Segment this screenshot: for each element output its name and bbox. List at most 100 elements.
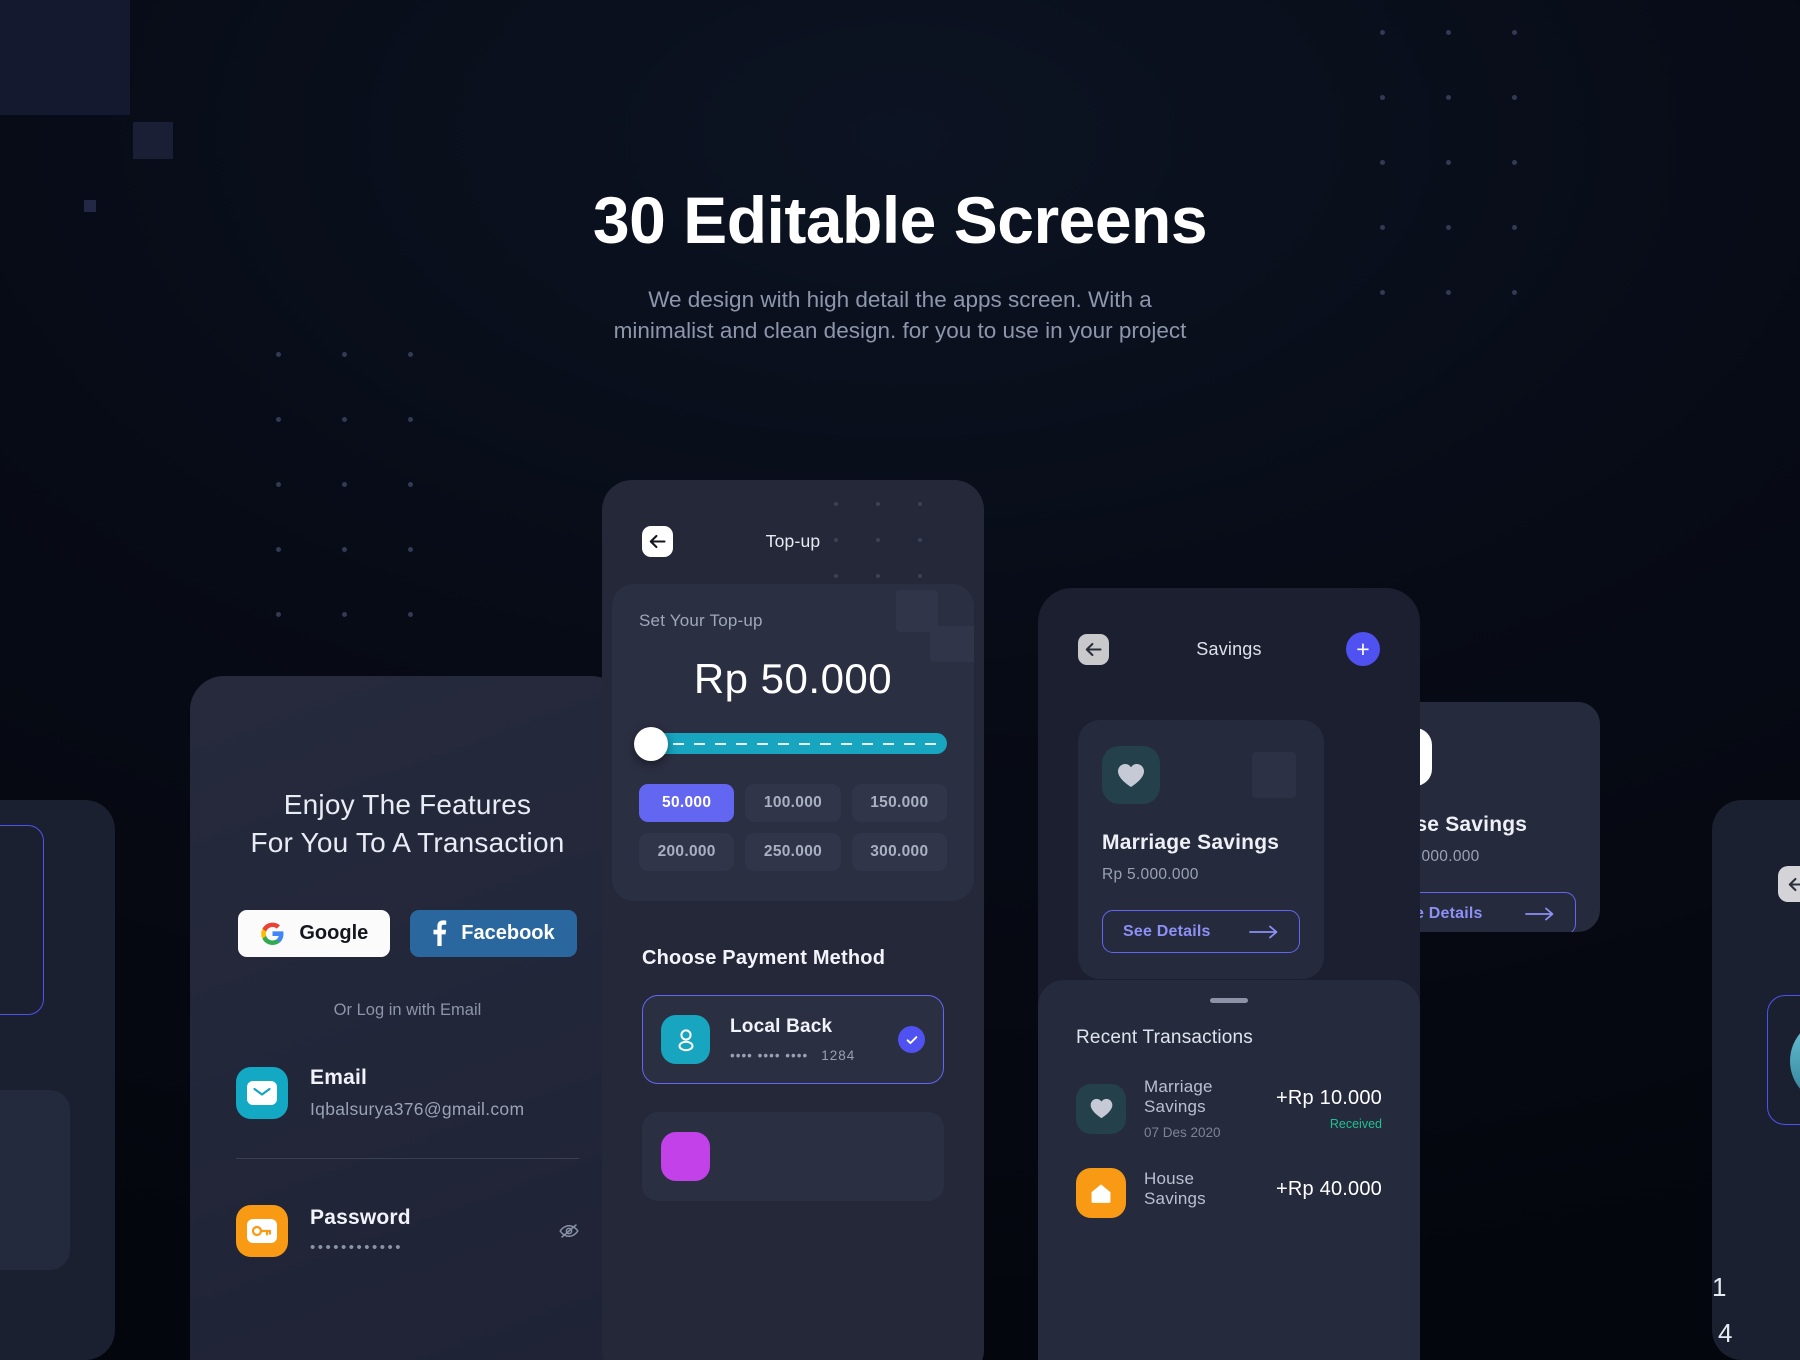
page-title: 30 Editable Screens [592,183,1208,257]
key-icon [236,1204,288,1257]
savings-title: Savings [1196,638,1262,659]
dot [408,612,413,617]
payment-method-local-back[interactable]: Local Back •••• •••• •••• 1284 [642,995,944,1084]
set-topup-label: Set Your Top-up [639,611,763,630]
payment-method-heading: Choose Payment Method [642,947,886,969]
amount-chip-200.000[interactable]: 200.000 [639,833,735,871]
dot [1380,30,1385,35]
transaction-row[interactable]: House Savings +Rp 40.000 [1076,1140,1382,1218]
login-heading-line1: Enjoy The Features [283,789,532,820]
eye-off-icon[interactable] [559,1223,579,1239]
dot [1380,160,1385,165]
dot [918,574,922,578]
amount-chip-250.000[interactable]: 250.000 [745,833,841,871]
savings-see-details-label: See Details [1123,922,1211,940]
dot [342,482,347,487]
payment-masked-digits: •••• •••• •••• [730,1048,809,1063]
login-heading-line2: For You To A Transaction [250,826,565,858]
dot [834,574,838,578]
savings-screen: Savings + Marriage Savings Rp 5.000.000 … [1038,588,1420,1360]
savings-see-details-button[interactable]: See Details [1102,910,1300,953]
email-field-row[interactable]: Email Iqbalsurya376@gmail.com [236,1020,579,1120]
facebook-icon [432,920,447,947]
topup-amount-card: Set Your Top-up Rp 50.000 50.000 100.000 1… [612,584,974,901]
topup-amount-value: Rp 50.000 [693,655,893,702]
amount-chip-50.000[interactable]: 50.000 [639,784,735,822]
edge-phone-right: 1 4 [1712,800,1800,1360]
dot [342,547,347,552]
savings-card-marriage[interactable]: Marriage Savings Rp 5.000.000 See Detail… [1078,720,1324,979]
dot [408,547,413,552]
mail-icon [236,1066,288,1119]
dot [1512,95,1517,100]
transaction-amount: +Rp 40.000 [1276,1178,1382,1200]
wallet-icon [661,1132,710,1181]
deco-block-c [1252,752,1296,798]
dot [342,417,347,422]
google-login-label: Google [299,921,369,944]
login-screen: Enjoy The Features For You To A Transact… [190,676,625,1360]
google-login-button[interactable]: Google [238,909,391,957]
page-subtitle: We design with high detail the apps scre… [613,287,1187,344]
dot [1446,30,1451,35]
dot [1512,30,1517,35]
heart-icon [1102,746,1160,804]
transaction-name: House Savings [1144,1169,1206,1208]
amount-chip-100.000[interactable]: 100.000 [745,784,841,822]
transaction-row[interactable]: Marriage Savings 07 Des 2020 +Rp 10.000 … [1076,1049,1382,1140]
edge-number-four: 4 [1718,1318,1733,1348]
dot [1446,160,1451,165]
payment-last4: 1284 [821,1048,856,1063]
dot [876,574,880,578]
edge-back-button[interactable] [1778,866,1800,902]
dot [1380,95,1385,100]
recent-transactions-heading: Recent Transactions [1076,1027,1253,1048]
slider-dash-track [673,742,938,745]
amount-chip-150.000[interactable]: 150.000 [851,784,947,822]
amount-chip-300.000[interactable]: 300.000 [851,833,947,871]
payment-selected-check-icon [898,1026,925,1053]
topup-screen: Top-up Set Your Top-up Rp 50.000 50.000 1… [602,480,984,1360]
edge-number-one: 1 [1712,1272,1727,1302]
dot [276,352,281,357]
heart-icon [1076,1083,1126,1134]
google-icon [260,921,285,946]
dot-grid-left [276,352,474,677]
dot [276,547,281,552]
sheet-grab-handle[interactable] [1210,998,1248,1003]
user-icon [661,1015,710,1064]
password-field-row[interactable]: Password •••••••••••• [236,1159,579,1257]
dot [276,482,281,487]
social-login-row: Google Facebook [190,909,625,957]
slider-knob[interactable] [634,726,669,761]
transaction-name: Marriage Savings [1144,1077,1213,1116]
dot [408,417,413,422]
email-field-label: Email [310,1065,368,1089]
facebook-login-label: Facebook [461,921,555,944]
recent-transactions-sheet: Recent Transactions Marriage Savings 07 … [1038,980,1420,1360]
arrow-right-icon [1249,925,1278,938]
savings-card-name: Marriage Savings [1102,831,1280,854]
arrow-left-icon [1788,877,1800,891]
payment-method-number: •••• •••• •••• 1284 [730,1048,878,1063]
dot [408,482,413,487]
edge-filled-box [0,1090,70,1270]
login-heading: Enjoy The Features For You To A Transact… [190,786,625,862]
dot [1512,160,1517,165]
dot [342,612,347,617]
payment-method-secondary[interactable] [642,1112,944,1201]
home-icon [1076,1168,1126,1218]
edge-phone-left [0,800,115,1360]
deco-square-large [0,0,130,115]
savings-navbar: Savings + [1038,588,1420,666]
transaction-date: 07 Des 2020 [1144,1125,1221,1140]
topup-title: Top-up [765,531,821,551]
topup-amount-slider[interactable] [634,726,947,761]
arrow-right-icon [1525,907,1554,920]
dot [1446,95,1451,100]
password-field-value: •••••••••••• [310,1238,404,1256]
or-login-label: Or Log in with Email [333,1000,482,1019]
facebook-login-button[interactable]: Facebook [410,909,577,957]
password-field-label: Password [310,1205,411,1229]
edge-outline-box [0,825,44,1015]
